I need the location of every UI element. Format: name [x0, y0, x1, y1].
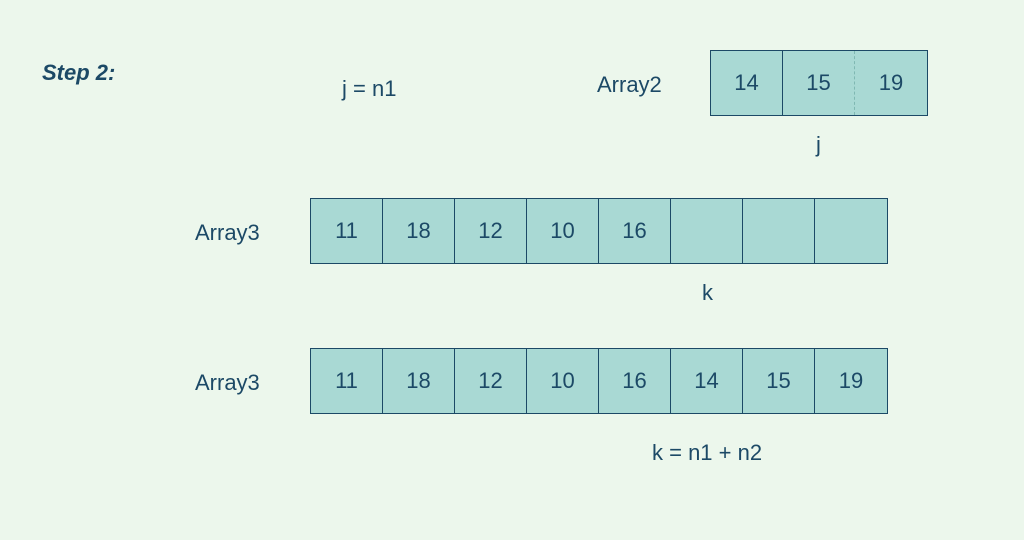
array3b-cell: 14 — [671, 349, 743, 413]
equation-j: j = n1 — [342, 76, 396, 102]
array3a-pointer: k — [702, 280, 713, 306]
array3a-cell — [815, 199, 887, 263]
array2-label: Array2 — [597, 72, 662, 98]
array3a-cell — [743, 199, 815, 263]
array3b-cell: 12 — [455, 349, 527, 413]
array3b-cell: 19 — [815, 349, 887, 413]
array3a-cell: 16 — [599, 199, 671, 263]
array3a-cell: 11 — [311, 199, 383, 263]
step-label: Step 2: — [42, 60, 115, 86]
array3a-cell — [671, 199, 743, 263]
array3a-label: Array3 — [195, 220, 260, 246]
array2-cell: 15 — [783, 51, 855, 115]
array2: 14 15 19 — [710, 50, 928, 116]
array2-cell: 14 — [711, 51, 783, 115]
array3b: 11 18 12 10 16 14 15 19 — [310, 348, 888, 414]
array3b-pointer: k = n1 + n2 — [652, 440, 762, 466]
array3b-cell: 18 — [383, 349, 455, 413]
array3b-cell: 10 — [527, 349, 599, 413]
array2-cell: 19 — [855, 51, 927, 115]
array3a-cell: 10 — [527, 199, 599, 263]
array3b-label: Array3 — [195, 370, 260, 396]
array3a: 11 18 12 10 16 — [310, 198, 888, 264]
array3b-cell: 11 — [311, 349, 383, 413]
array3a-cell: 12 — [455, 199, 527, 263]
array3b-cell: 16 — [599, 349, 671, 413]
array2-pointer: j — [816, 132, 821, 158]
array3a-cell: 18 — [383, 199, 455, 263]
array3b-cell: 15 — [743, 349, 815, 413]
